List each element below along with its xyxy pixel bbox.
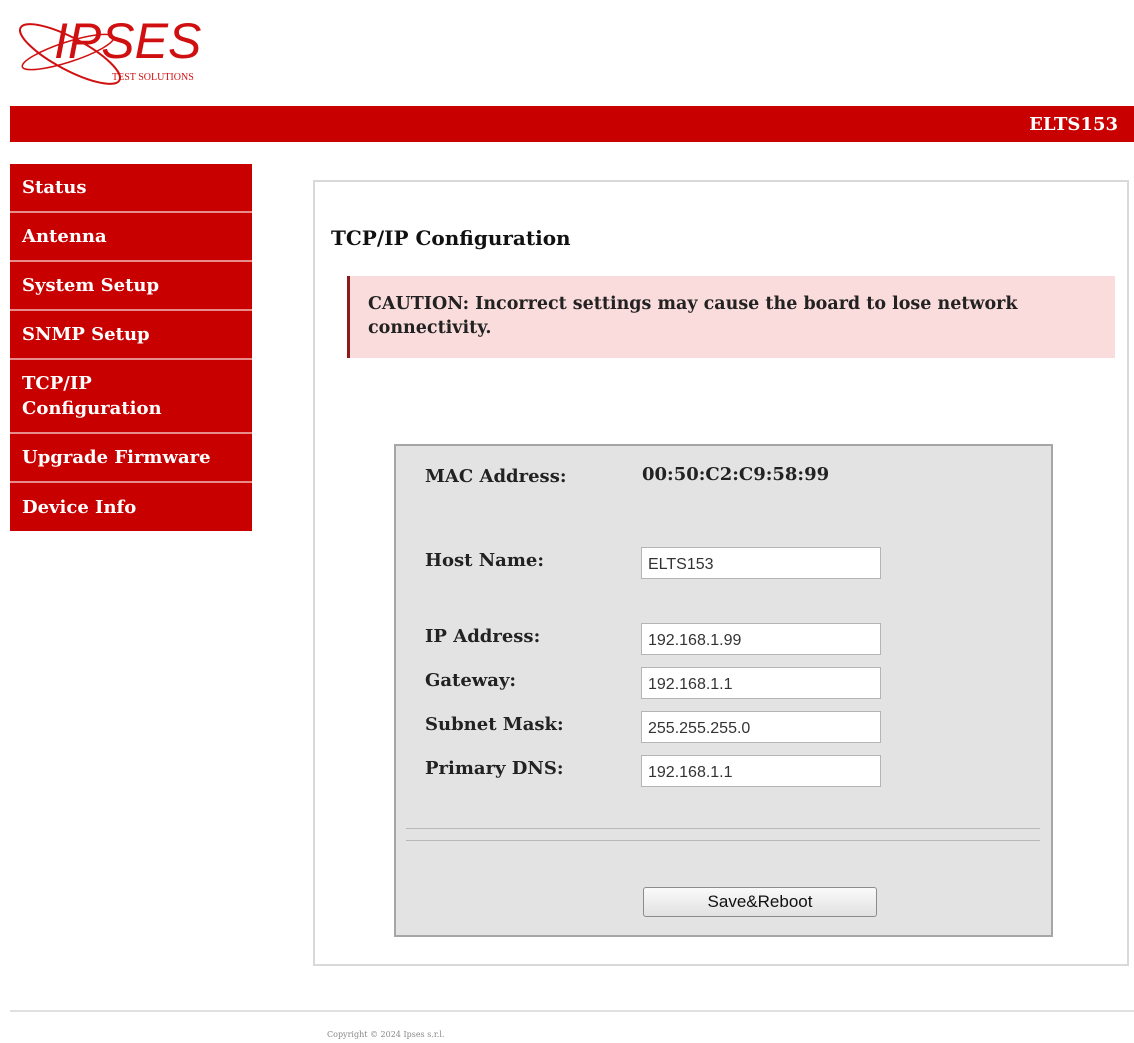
svg-text:TEST SOLUTIONS: TEST SOLUTIONS <box>112 72 194 83</box>
sidebar-item-tcpip-configuration[interactable]: TCP/IP Configuration <box>10 360 252 434</box>
sidebar-nav: Status Antenna System Setup SNMP Setup T… <box>10 164 252 531</box>
sidebar-item-label: System Setup <box>22 275 160 296</box>
primary-dns-input[interactable] <box>641 755 881 787</box>
logo-graphic: IPSES TEST SOLUTIONS <box>18 13 201 85</box>
gateway-label: Gateway: <box>425 670 517 691</box>
footer-divider <box>10 1010 1134 1012</box>
sidebar-item-label: Device Info <box>22 496 137 518</box>
sidebar-item-label: SNMP Setup <box>22 324 150 345</box>
sidebar-item-label: Upgrade Firmware <box>22 447 211 468</box>
divider <box>406 828 1040 829</box>
ip-address-input[interactable] <box>641 623 881 655</box>
subnet-mask-input[interactable] <box>641 711 881 743</box>
host-name-input[interactable] <box>641 547 881 579</box>
ip-address-label: IP Address: <box>425 626 541 647</box>
subnet-mask-label: Subnet Mask: <box>425 714 564 735</box>
sidebar-item-status[interactable]: Status <box>10 164 252 213</box>
mac-address-label: MAC Address: <box>425 466 567 487</box>
save-reboot-button[interactable]: Save&Reboot <box>643 887 877 917</box>
sidebar-item-label: Status <box>22 177 87 198</box>
main-panel: TCP/IP Configuration CAUTION: Incorrect … <box>313 180 1129 966</box>
tcpip-form: MAC Address: 00:50:C2:C9:58:99 Host Name… <box>394 444 1053 937</box>
host-name-label: Host Name: <box>425 550 544 571</box>
sidebar-item-upgrade-firmware[interactable]: Upgrade Firmware <box>10 434 252 483</box>
sidebar-item-system-setup[interactable]: System Setup <box>10 262 252 311</box>
header-bar: ELTS153 <box>10 106 1134 142</box>
sidebar-item-snmp-setup[interactable]: SNMP Setup <box>10 311 252 360</box>
copyright-text: Copyright © 2024 Ipses s.r.l. <box>327 1030 445 1039</box>
svg-text:IPSES: IPSES <box>54 13 201 69</box>
gateway-input[interactable] <box>641 667 881 699</box>
sidebar-item-label: Antenna <box>22 226 107 247</box>
primary-dns-label: Primary DNS: <box>425 758 564 779</box>
sidebar-item-antenna[interactable]: Antenna <box>10 213 252 262</box>
divider <box>406 840 1040 841</box>
page-title: TCP/IP Configuration <box>331 226 571 250</box>
caution-banner: CAUTION: Incorrect settings may cause th… <box>347 276 1115 358</box>
sidebar-item-label: TCP/IP Configuration <box>22 373 162 419</box>
sidebar-item-device-info[interactable]: Device Info <box>10 483 252 531</box>
ipses-logo: IPSES TEST SOLUTIONS <box>8 6 238 98</box>
mac-address-value: 00:50:C2:C9:58:99 <box>642 464 830 485</box>
device-name: ELTS153 <box>1029 114 1118 135</box>
